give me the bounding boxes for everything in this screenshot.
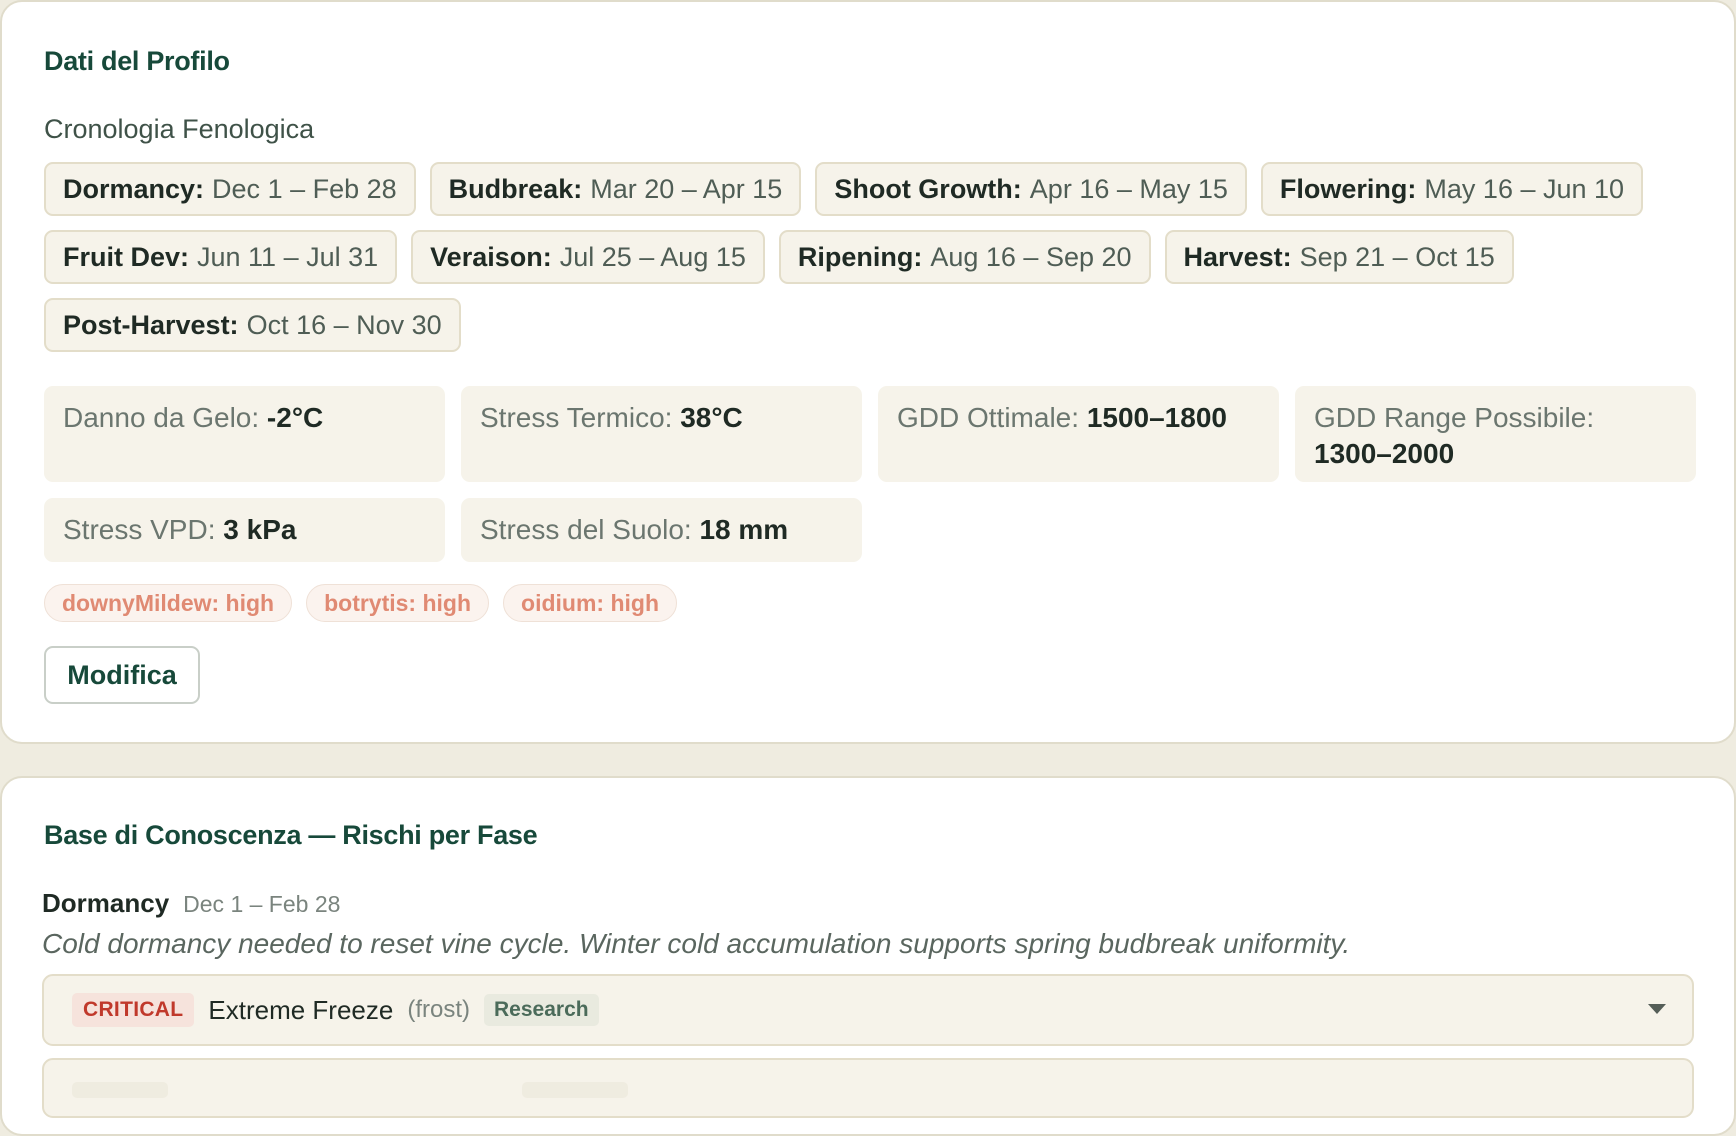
phase-range: Oct 16 – Nov 30 [246,309,442,340]
metric-gdd-optimal: GDD Ottimale: 1500–1800 [878,386,1279,482]
disease-risk-badges: downyMildew: high botrytis: high oidium:… [44,584,677,622]
phase-chip-veraison: Veraison: Jul 25 – Aug 15 [411,230,765,284]
metric-value: 38°C [680,402,743,433]
metric-soil-stress: Stress del Suolo: 18 mm [461,498,862,562]
phase-name: Dormancy [42,888,170,918]
knowledge-title: Base di Conoscenza — Rischi per Fase [44,820,538,850]
phase-chip-fruit-dev: Fruit Dev: Jun 11 – Jul 31 [44,230,398,284]
phase-chip-post-harvest: Post-Harvest: Oct 16 – Nov 30 [44,298,461,352]
metric-label: Stress VPD: [63,514,216,545]
phase-name: Harvest: [1183,241,1292,272]
phase-name: Flowering: [1279,173,1417,204]
disease-risk-badge: downyMildew: high [44,584,293,622]
risk-accordion-item[interactable] [42,1058,1694,1118]
phase-name: Dormancy: [63,173,205,204]
risk-header: CRITICAL Extreme Freeze (frost) Research [72,976,599,1044]
phase-header: Dormancy Dec 1 – Feb 28 [42,888,340,919]
profile-data-card: Dati del Profilo Cronologia Fenologica D… [0,0,1736,744]
metric-heat-stress: Stress Termico: 38°C [461,386,862,482]
metric-value: 1500–1800 [1086,402,1227,433]
phase-chip-flowering: Flowering: May 16 – Jun 10 [1260,162,1644,216]
metric-vpd-stress: Stress VPD: 3 kPa [44,498,445,562]
risk-type: (frost) [407,996,471,1023]
metric-value: 18 mm [699,514,789,545]
phase-range: May 16 – Jun 10 [1424,173,1625,204]
phase-name: Post-Harvest: [63,309,239,340]
phase-name: Shoot Growth: [834,173,1022,204]
phase-name: Ripening: [797,241,923,272]
metric-value: 3 kPa [223,514,297,545]
metric-frost-damage: Danno da Gelo: -2°C [44,386,445,482]
risk-accordion-item[interactable]: CRITICAL Extreme Freeze (frost) Research [42,974,1694,1046]
source-badge: Research [484,994,599,1026]
phase-range: Sep 21 – Oct 15 [1299,241,1495,272]
metric-label: Stress del Suolo: [480,514,692,545]
phase-range: Mar 20 – Apr 15 [590,173,783,204]
threshold-metrics: Danno da Gelo: -2°C Stress Termico: 38°C… [44,386,1696,562]
chevron-down-icon[interactable] [1648,1004,1666,1014]
source-badge [522,1082,628,1098]
severity-badge [72,1082,168,1098]
phase-chip-shoot-growth: Shoot Growth: Apr 16 – May 15 [815,162,1247,216]
metric-label: GDD Ottimale: [897,402,1080,433]
metric-value: -2°C [266,402,324,433]
phase-range: Dec 1 – Feb 28 [212,173,397,204]
severity-badge: CRITICAL [72,993,195,1027]
phase-chip-harvest: Harvest: Sep 21 – Oct 15 [1164,230,1514,284]
phase-range: Jun 11 – Jul 31 [197,241,379,272]
phase-range: Jul 25 – Aug 15 [559,241,746,272]
profile-title: Dati del Profilo [44,46,230,76]
phase-range: Apr 16 – May 15 [1029,173,1228,204]
phase-range: Dec 1 – Feb 28 [183,891,341,917]
phase-name: Veraison: [430,241,552,272]
phase-chip-dormancy: Dormancy: Dec 1 – Feb 28 [44,162,416,216]
metric-value: 1300–2000 [1314,438,1455,469]
disease-risk-badge: oidium: high [503,584,677,622]
metric-label: Danno da Gelo: [63,402,260,433]
phase-description: Cold dormancy needed to reset vine cycle… [42,928,1351,959]
phase-chip-ripening: Ripening: Aug 16 – Sep 20 [778,230,1151,284]
phase-chip-budbreak: Budbreak: Mar 20 – Apr 15 [429,162,802,216]
metric-label: Stress Termico: [480,402,673,433]
disease-risk-badge: botrytis: high [306,584,490,622]
phase-name: Budbreak: [448,173,583,204]
edit-button[interactable]: Modifica [44,646,200,704]
risk-title: Extreme Freeze [208,994,394,1025]
phase-name: Fruit Dev: [63,241,190,272]
phenology-subtitle: Cronologia Fenologica [44,114,315,144]
metric-gdd-range: GDD Range Possibile: 1300–2000 [1295,386,1696,482]
phase-range: Aug 16 – Sep 20 [930,241,1132,272]
phenology-timeline: Dormancy: Dec 1 – Feb 28 Budbreak: Mar 2… [44,162,1704,352]
metric-label: GDD Range Possibile: [1314,402,1595,433]
